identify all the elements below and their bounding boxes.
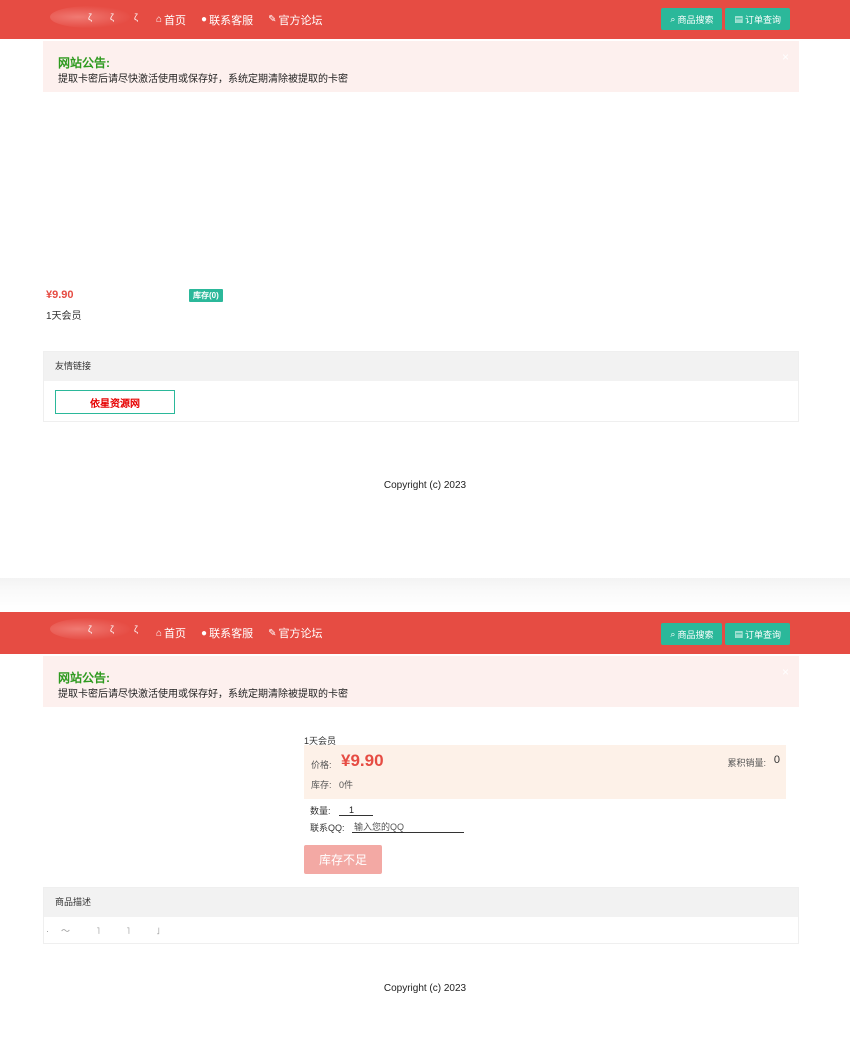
logo-mark: ζ <box>88 624 92 634</box>
product-name[interactable]: 1天会员 <box>46 307 82 322</box>
notice-title: 网站公告: <box>58 56 110 70</box>
document-icon: ▤ <box>734 628 743 639</box>
sales-value: 0 <box>773 754 780 766</box>
nav-buttons: ⌕ 商品搜索 ▤ 订单查询 <box>661 623 790 645</box>
nav-forum-link[interactable]: ✎ 官方论坛 <box>268 12 322 28</box>
nav-links: ⌂ 首页 ● 联系客服 ✎ 官方论坛 <box>156 0 322 39</box>
logo-mark: ζ <box>110 624 114 634</box>
nav-contact-link[interactable]: ● 联系客服 <box>201 625 253 641</box>
site-notice: 网站公告: 提取卡密后请尽快激活使用或保存好，系统定期清除被提取的卡密 × <box>43 41 799 92</box>
quantity-label: 数量: <box>310 806 331 816</box>
qq-input[interactable] <box>352 821 464 833</box>
copyright: Copyright (c) 2023 <box>383 480 467 491</box>
out-of-stock-button[interactable]: 库存不足 <box>304 845 382 874</box>
description-title: 商品描述 <box>44 888 798 917</box>
navbar: ζ ζ ζ ⌂ 首页 ● 联系客服 ✎ 官方论坛 ⌕ 商品搜索 ▤ 订单查询 <box>0 612 850 654</box>
product-search-button[interactable]: ⌕ 商品搜索 <box>661 623 723 645</box>
stock-value: 0件 <box>339 780 354 790</box>
home-icon: ⌂ <box>156 14 163 25</box>
product-search-label: 商品搜索 <box>677 14 714 25</box>
friend-links-card: 友情链接 依星资源网 <box>43 351 799 422</box>
logo-mark: ζ <box>88 12 92 22</box>
stock-label: 库存: <box>311 780 332 790</box>
sales-label: 累积销量: <box>727 758 766 768</box>
nav-buttons: ⌕ 商品搜索 ▤ 订单查询 <box>661 8 790 30</box>
site-logo[interactable]: ζ ζ ζ <box>50 4 140 32</box>
navbar: ζ ζ ζ ⌂ 首页 ● 联系客服 ✎ 官方论坛 ⌕ 商品搜索 ▤ 订单查询 <box>0 0 850 39</box>
nav-contact-label: 联系客服 <box>209 628 254 640</box>
detail-page-screenshot: ζ ζ ζ ⌂ 首页 ● 联系客服 ✎ 官方论坛 ⌕ 商品搜索 ▤ 订单查询 网… <box>0 612 850 1053</box>
price-value: ¥9.90 <box>341 751 384 770</box>
friend-links-title: 友情链接 <box>44 352 798 381</box>
notice-text: 提取卡密后请尽快激活使用或保存好，系统定期清除被提取的卡密 <box>58 74 348 85</box>
search-icon: ⌕ <box>670 13 676 24</box>
stock-badge: 库存(0) <box>189 289 223 302</box>
document-icon: ▤ <box>734 13 743 24</box>
home-icon: ⌂ <box>156 627 163 639</box>
qq-label: 联系QQ: <box>310 823 345 833</box>
notice-title: 网站公告: <box>58 671 110 685</box>
logo-mark: ζ <box>134 12 138 22</box>
order-query-label: 订单查询 <box>744 14 781 25</box>
product-price: ¥9.90 <box>46 289 74 301</box>
list-page-screenshot: ζ ζ ζ ⌂ 首页 ● 联系客服 ✎ 官方论坛 ⌕ 商品搜索 ▤ 订单查询 网… <box>0 0 850 578</box>
nav-forum-label: 官方论坛 <box>278 628 323 640</box>
chat-icon: ● <box>201 14 208 25</box>
nav-forum-label: 官方论坛 <box>278 14 323 27</box>
nav-contact-link[interactable]: ● 联系客服 <box>201 12 253 28</box>
site-logo[interactable]: ζ ζ ζ <box>50 616 140 644</box>
copyright: Copyright (c) 2023 <box>383 983 467 994</box>
product-search-button[interactable]: ⌕ 商品搜索 <box>661 8 723 30</box>
nav-contact-label: 联系客服 <box>209 14 254 27</box>
description-content: ·〜 ˥ ˥ ˩ <box>46 926 172 936</box>
nav-home-label: 首页 <box>164 14 187 27</box>
site-notice: 网站公告: 提取卡密后请尽快激活使用或保存好，系统定期清除被提取的卡密 × <box>43 656 799 707</box>
nav-home-label: 首页 <box>164 628 187 640</box>
close-icon[interactable]: × <box>782 50 789 64</box>
nav-home-link[interactable]: ⌂ 首页 <box>156 625 186 641</box>
quantity-input[interactable] <box>339 804 373 816</box>
nav-links: ⌂ 首页 ● 联系客服 ✎ 官方论坛 <box>156 612 322 654</box>
notice-text: 提取卡密后请尽快激活使用或保存好，系统定期清除被提取的卡密 <box>58 689 348 700</box>
price-label: 价格: <box>311 760 332 770</box>
screenshot-divider <box>0 578 850 612</box>
search-icon: ⌕ <box>670 628 676 639</box>
logo-mark: ζ <box>110 12 114 22</box>
order-query-button[interactable]: ▤ 订单查询 <box>725 623 790 645</box>
product-search-label: 商品搜索 <box>677 629 714 640</box>
close-icon[interactable]: × <box>782 665 789 679</box>
edit-icon: ✎ <box>268 627 277 639</box>
order-query-label: 订单查询 <box>744 629 781 640</box>
price-panel: 价格: ¥9.90 库存: 0件 累积销量: 0 <box>304 745 786 799</box>
friend-link[interactable]: 依星资源网 <box>55 390 175 414</box>
nav-forum-link[interactable]: ✎ 官方论坛 <box>268 625 322 641</box>
description-card: 商品描述 ·〜 ˥ ˥ ˩ <box>43 887 799 944</box>
logo-mark: ζ <box>134 624 138 634</box>
chat-icon: ● <box>201 627 208 639</box>
nav-home-link[interactable]: ⌂ 首页 <box>156 12 186 28</box>
edit-icon: ✎ <box>268 14 277 25</box>
order-query-button[interactable]: ▤ 订单查询 <box>725 8 790 30</box>
